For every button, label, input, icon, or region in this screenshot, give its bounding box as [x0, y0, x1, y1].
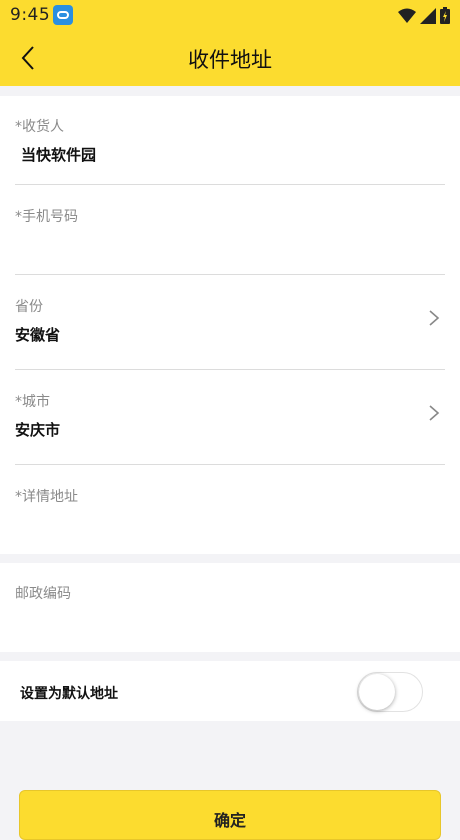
address-form-card: *收货人 当快软件园 *手机号码 省份 安徽省 *城市 安庆市 *详情地址 — [0, 96, 460, 554]
default-address-toggle[interactable] — [357, 672, 423, 712]
nav-bar: 收件地址 — [0, 30, 460, 86]
postcode-label: 邮政编码 — [15, 586, 71, 602]
province-value: 安徽省 — [15, 326, 61, 344]
postcode-card: 邮政编码 — [0, 563, 460, 652]
chevron-right-icon — [429, 310, 440, 326]
divider — [15, 184, 445, 185]
default-address-label: 设置为默认地址 — [20, 686, 118, 702]
confirm-button[interactable]: 确定 — [19, 790, 441, 840]
receiver-input[interactable]: 当快软件园 — [21, 144, 96, 165]
province-row[interactable]: 省份 安徽省 — [15, 296, 445, 362]
battery-icon — [440, 7, 450, 24]
city-label: *城市 — [15, 394, 50, 410]
signal-icon — [420, 7, 436, 24]
wifi-icon — [398, 8, 416, 23]
phone-label: *手机号码 — [15, 209, 78, 225]
divider — [15, 369, 445, 370]
postcode-input[interactable] — [15, 609, 445, 637]
status-time: 9:45 — [10, 5, 51, 25]
chevron-right-icon — [429, 405, 440, 421]
address-label: *详情地址 — [15, 489, 78, 505]
toggle-knob — [359, 674, 395, 710]
app-notification-icon — [53, 5, 73, 25]
phone-input[interactable] — [15, 232, 445, 260]
status-bar: 9:45 — [0, 0, 460, 30]
province-label: 省份 — [15, 299, 43, 315]
city-value: 安庆市 — [15, 421, 61, 439]
divider — [15, 274, 445, 275]
city-row[interactable]: *城市 安庆市 — [15, 391, 445, 457]
system-icons — [398, 7, 450, 24]
divider — [15, 464, 445, 465]
page-title: 收件地址 — [188, 48, 272, 72]
receiver-label: *收货人 — [15, 119, 64, 135]
address-input[interactable] — [15, 512, 445, 540]
